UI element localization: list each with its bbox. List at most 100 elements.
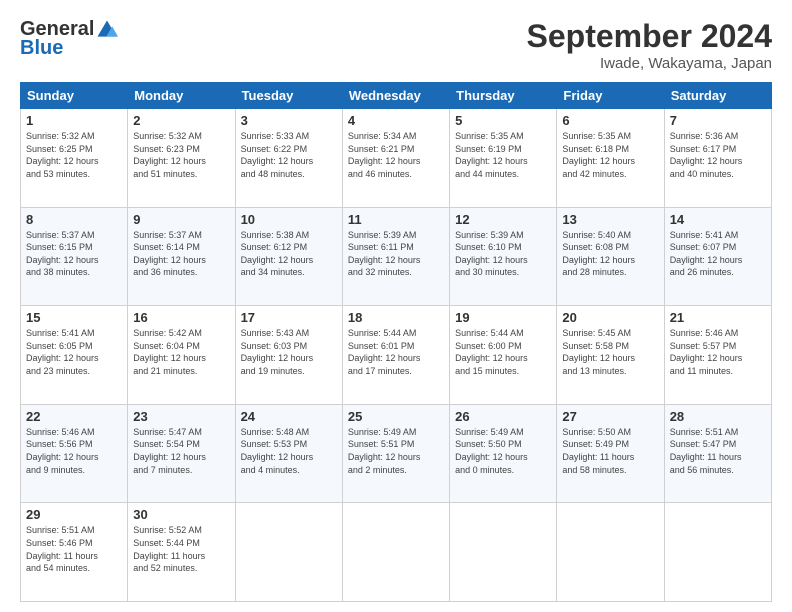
table-row: 3 Sunrise: 5:33 AM Sunset: 6:22 PM Daylig… [235,109,342,208]
col-thursday: Thursday [450,83,557,109]
calendar-week-row: 1 Sunrise: 5:32 AM Sunset: 6:25 PM Daylig… [21,109,772,208]
calendar-week-row: 15 Sunrise: 5:41 AM Sunset: 6:05 PM Dayli… [21,306,772,405]
table-row: 10 Sunrise: 5:38 AM Sunset: 6:12 PM Dayli… [235,207,342,306]
day-info: Sunrise: 5:36 AM Sunset: 6:17 PM Dayligh… [670,130,766,180]
day-number: 22 [26,409,122,424]
table-row: 12 Sunrise: 5:39 AM Sunset: 6:10 PM Dayli… [450,207,557,306]
calendar-week-row: 8 Sunrise: 5:37 AM Sunset: 6:15 PM Daylig… [21,207,772,306]
day-info: Sunrise: 5:44 AM Sunset: 6:00 PM Dayligh… [455,327,551,377]
day-number: 25 [348,409,444,424]
table-row: 30Sunrise: 5:52 AM Sunset: 5:44 PM Dayli… [128,503,235,602]
col-saturday: Saturday [664,83,771,109]
day-info: Sunrise: 5:43 AM Sunset: 6:03 PM Dayligh… [241,327,337,377]
day-info: Sunrise: 5:46 AM Sunset: 5:57 PM Dayligh… [670,327,766,377]
table-row: 1 Sunrise: 5:32 AM Sunset: 6:25 PM Daylig… [21,109,128,208]
calendar-table: Sunday Monday Tuesday Wednesday Thursday… [20,82,772,602]
table-row [664,503,771,602]
table-row: 13 Sunrise: 5:40 AM Sunset: 6:08 PM Dayli… [557,207,664,306]
table-row: 16Sunrise: 5:42 AM Sunset: 6:04 PM Dayli… [128,306,235,405]
day-info: Sunrise: 5:38 AM Sunset: 6:12 PM Dayligh… [241,229,337,279]
table-row [450,503,557,602]
logo: General Blue [20,18,118,60]
day-number: 11 [348,212,444,227]
col-monday: Monday [128,83,235,109]
table-row: 20 Sunrise: 5:45 AM Sunset: 5:58 PM Dayli… [557,306,664,405]
day-info: Sunrise: 5:40 AM Sunset: 6:08 PM Dayligh… [562,229,658,279]
day-info: Sunrise: 5:41 AM Sunset: 6:07 PM Dayligh… [670,229,766,279]
day-number: 19 [455,310,551,325]
day-number: 4 [348,113,444,128]
table-row: 4 Sunrise: 5:34 AM Sunset: 6:21 PM Daylig… [342,109,449,208]
day-number: 3 [241,113,337,128]
day-info: Sunrise: 5:45 AM Sunset: 5:58 PM Dayligh… [562,327,658,377]
table-row: 11 Sunrise: 5:39 AM Sunset: 6:11 PM Dayli… [342,207,449,306]
table-row: 15 Sunrise: 5:41 AM Sunset: 6:05 PM Dayli… [21,306,128,405]
day-number: 10 [241,212,337,227]
table-row [557,503,664,602]
day-number: 17 [241,310,337,325]
table-row [342,503,449,602]
table-row: 23Sunrise: 5:47 AM Sunset: 5:54 PM Dayli… [128,404,235,503]
day-number: 28 [670,409,766,424]
day-number: 23 [133,409,229,424]
day-info: Sunrise: 5:37 AM Sunset: 6:14 PM Dayligh… [133,229,229,279]
table-row: 22 Sunrise: 5:46 AM Sunset: 5:56 PM Dayli… [21,404,128,503]
day-number: 13 [562,212,658,227]
table-row: 2Sunrise: 5:32 AM Sunset: 6:23 PM Daylig… [128,109,235,208]
day-info: Sunrise: 5:46 AM Sunset: 5:56 PM Dayligh… [26,426,122,476]
day-number: 12 [455,212,551,227]
day-number: 26 [455,409,551,424]
day-info: Sunrise: 5:51 AM Sunset: 5:47 PM Dayligh… [670,426,766,476]
day-number: 21 [670,310,766,325]
main-title: September 2024 [527,18,772,55]
day-info: Sunrise: 5:39 AM Sunset: 6:10 PM Dayligh… [455,229,551,279]
table-row: 18Sunrise: 5:44 AM Sunset: 6:01 PM Dayli… [342,306,449,405]
table-row: 6 Sunrise: 5:35 AM Sunset: 6:18 PM Daylig… [557,109,664,208]
day-number: 27 [562,409,658,424]
day-info: Sunrise: 5:49 AM Sunset: 5:50 PM Dayligh… [455,426,551,476]
subtitle: Iwade, Wakayama, Japan [527,55,772,72]
day-number: 29 [26,507,122,522]
day-info: Sunrise: 5:35 AM Sunset: 6:19 PM Dayligh… [455,130,551,180]
col-tuesday: Tuesday [235,83,342,109]
table-row: 8 Sunrise: 5:37 AM Sunset: 6:15 PM Daylig… [21,207,128,306]
day-number: 1 [26,113,122,128]
day-number: 2 [133,113,229,128]
table-row: 25 Sunrise: 5:49 AM Sunset: 5:51 PM Dayli… [342,404,449,503]
day-info: Sunrise: 5:41 AM Sunset: 6:05 PM Dayligh… [26,327,122,377]
table-row: 17 Sunrise: 5:43 AM Sunset: 6:03 PM Dayli… [235,306,342,405]
day-info: Sunrise: 5:42 AM Sunset: 6:04 PM Dayligh… [133,327,229,377]
title-block: September 2024 Iwade, Wakayama, Japan [527,18,772,72]
day-info: Sunrise: 5:33 AM Sunset: 6:22 PM Dayligh… [241,130,337,180]
logo-icon [96,19,118,41]
table-row: 9Sunrise: 5:37 AM Sunset: 6:14 PM Daylig… [128,207,235,306]
day-info: Sunrise: 5:39 AM Sunset: 6:11 PM Dayligh… [348,229,444,279]
table-row: 14 Sunrise: 5:41 AM Sunset: 6:07 PM Dayli… [664,207,771,306]
day-info: Sunrise: 5:32 AM Sunset: 6:25 PM Dayligh… [26,130,122,180]
day-number: 15 [26,310,122,325]
day-number: 24 [241,409,337,424]
table-row [235,503,342,602]
table-row: 19 Sunrise: 5:44 AM Sunset: 6:00 PM Dayli… [450,306,557,405]
day-info: Sunrise: 5:34 AM Sunset: 6:21 PM Dayligh… [348,130,444,180]
day-info: Sunrise: 5:35 AM Sunset: 6:18 PM Dayligh… [562,130,658,180]
table-row: 27 Sunrise: 5:50 AM Sunset: 5:49 PM Dayli… [557,404,664,503]
day-number: 8 [26,212,122,227]
table-row: 21 Sunrise: 5:46 AM Sunset: 5:57 PM Dayli… [664,306,771,405]
logo-blue-text: Blue [20,37,63,60]
table-row: 5Sunrise: 5:35 AM Sunset: 6:19 PM Daylig… [450,109,557,208]
day-number: 14 [670,212,766,227]
day-info: Sunrise: 5:49 AM Sunset: 5:51 PM Dayligh… [348,426,444,476]
day-info: Sunrise: 5:51 AM Sunset: 5:46 PM Dayligh… [26,524,122,574]
table-row: 24 Sunrise: 5:48 AM Sunset: 5:53 PM Dayli… [235,404,342,503]
day-info: Sunrise: 5:50 AM Sunset: 5:49 PM Dayligh… [562,426,658,476]
day-info: Sunrise: 5:48 AM Sunset: 5:53 PM Dayligh… [241,426,337,476]
day-number: 20 [562,310,658,325]
day-number: 6 [562,113,658,128]
calendar-week-row: 29 Sunrise: 5:51 AM Sunset: 5:46 PM Dayli… [21,503,772,602]
header: General Blue September 2024 Iwade, Wakay… [20,18,772,72]
col-wednesday: Wednesday [342,83,449,109]
calendar-week-row: 22 Sunrise: 5:46 AM Sunset: 5:56 PM Dayli… [21,404,772,503]
day-info: Sunrise: 5:37 AM Sunset: 6:15 PM Dayligh… [26,229,122,279]
table-row: 7Sunrise: 5:36 AM Sunset: 6:17 PM Daylig… [664,109,771,208]
